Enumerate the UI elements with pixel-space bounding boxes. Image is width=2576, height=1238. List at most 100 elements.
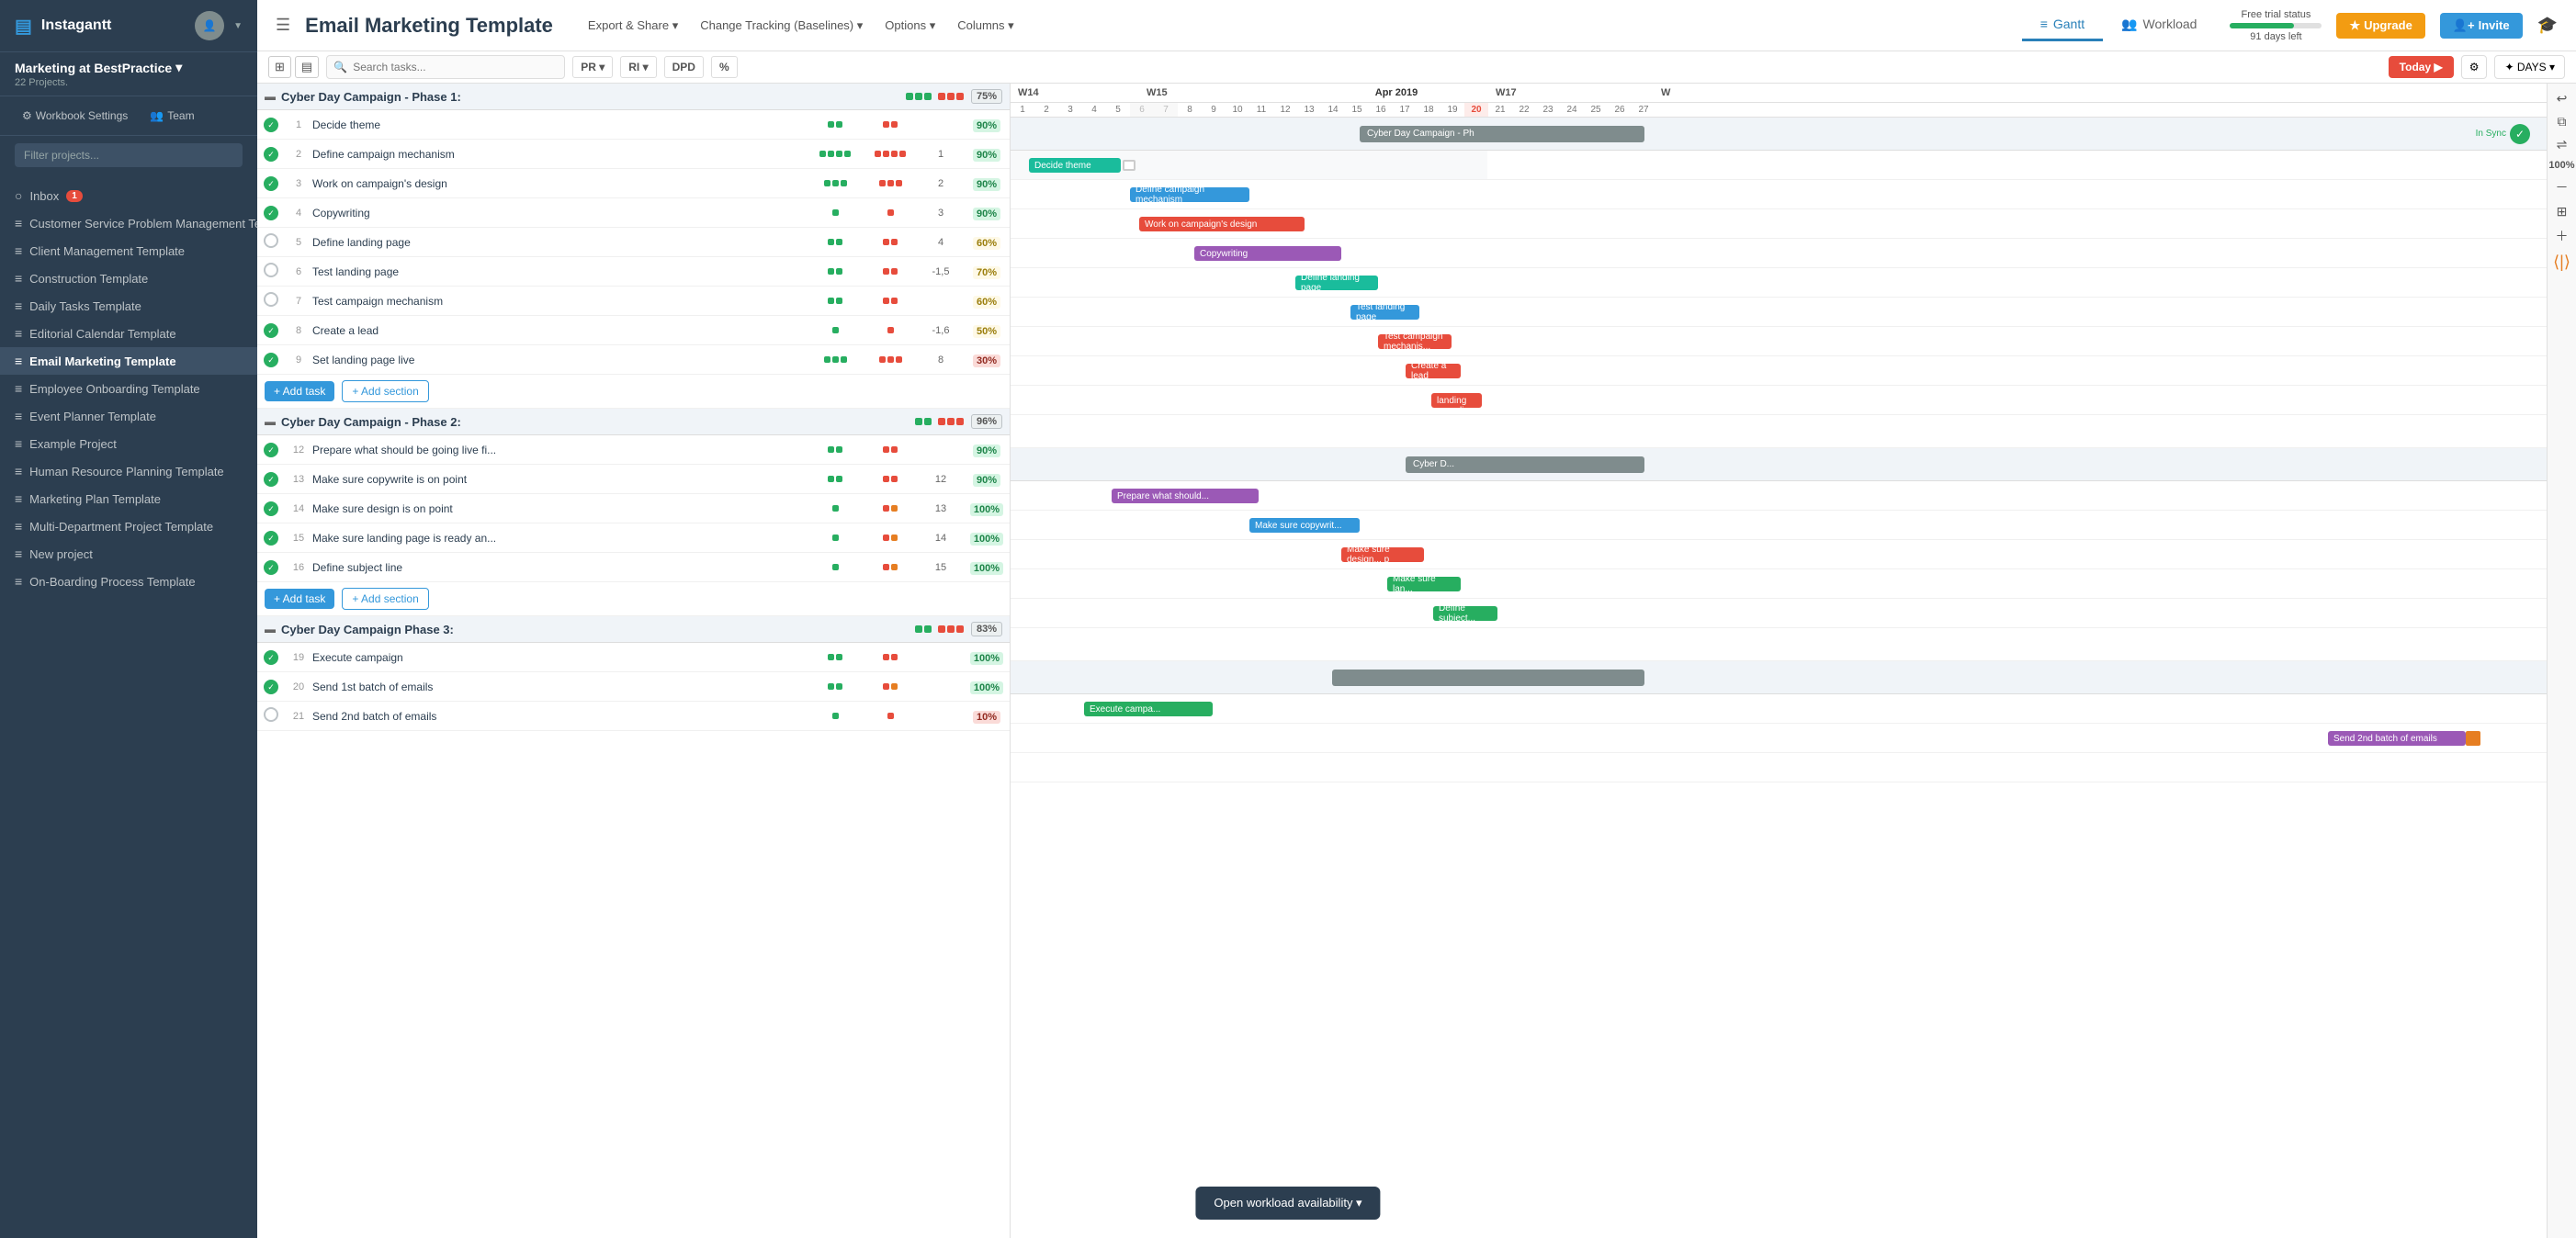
- search-input[interactable]: [326, 55, 565, 79]
- columns-button[interactable]: Columns ▾: [952, 15, 1019, 37]
- task-check[interactable]: [257, 263, 285, 280]
- check-circle[interactable]: ✓: [264, 680, 278, 694]
- section-phase1[interactable]: ▬ Cyber Day Campaign - Phase 1: 75%: [257, 84, 1010, 110]
- task-check[interactable]: ✓: [257, 117, 285, 133]
- gantt-bar-p2-task1[interactable]: Prepare what should...: [1112, 489, 1259, 503]
- sidebar-item-onboarding[interactable]: ≡ On-Boarding Process Template: [0, 568, 257, 595]
- task-check[interactable]: ✓: [257, 322, 285, 339]
- workspace-name[interactable]: Marketing at BestPractice ▾: [15, 60, 243, 75]
- dpd-column-header[interactable]: DPD: [664, 56, 704, 78]
- team-button[interactable]: 👥 Team: [142, 106, 201, 126]
- check-circle[interactable]: ✓: [264, 650, 278, 665]
- task-check[interactable]: [257, 233, 285, 251]
- check-circle[interactable]: ✓: [264, 118, 278, 132]
- check-circle[interactable]: ✓: [264, 206, 278, 220]
- gantt-bar-p2-task4[interactable]: Make sure lan...: [1387, 577, 1461, 591]
- gantt-bar-section2[interactable]: Cyber D...: [1406, 456, 1644, 473]
- gantt-bar-p2-task2[interactable]: Make sure copywrit...: [1249, 518, 1360, 533]
- ri-column-header[interactable]: RI ▾: [620, 56, 656, 78]
- gantt-bar-p3-task1[interactable]: Execute campa...: [1084, 702, 1213, 716]
- plus-icon[interactable]: ＋: [2556, 227, 2569, 245]
- upgrade-button[interactable]: ★ Upgrade: [2336, 13, 2424, 39]
- change-tracking-button[interactable]: Change Tracking (Baselines) ▾: [695, 15, 868, 37]
- add-dependency-icon[interactable]: ⟨|⟩: [2553, 253, 2570, 272]
- check-circle[interactable]: [264, 707, 278, 722]
- task-check[interactable]: ✓: [257, 471, 285, 488]
- filter-input[interactable]: [15, 143, 243, 167]
- gantt-bar-task8[interactable]: Create a lead: [1406, 364, 1461, 378]
- task-check[interactable]: ✓: [257, 205, 285, 221]
- add-section-button-2[interactable]: + Add section: [342, 588, 428, 610]
- check-circle[interactable]: ✓: [264, 176, 278, 191]
- task-check[interactable]: ✓: [257, 352, 285, 368]
- check-circle[interactable]: ✓: [264, 560, 278, 575]
- user-avatar[interactable]: 👤: [195, 11, 224, 40]
- workbook-settings-button[interactable]: ⚙ Workbook Settings: [15, 106, 135, 126]
- task-check[interactable]: ✓: [257, 146, 285, 163]
- add-column-button[interactable]: ⊞: [268, 56, 291, 78]
- sidebar-item-event-planner[interactable]: ≡ Event Planner Template: [0, 402, 257, 430]
- section-phase3[interactable]: ▬ Cyber Day Campaign Phase 3: 83%: [257, 616, 1010, 643]
- copy-icon[interactable]: ⧉: [2558, 114, 2567, 129]
- invite-button[interactable]: 👤+ Invite: [2440, 13, 2523, 39]
- gantt-bar-task2[interactable]: Define campaign mechanism: [1130, 187, 1249, 202]
- check-circle[interactable]: ✓: [264, 147, 278, 162]
- sidebar-item-customer-service[interactable]: ≡ Customer Service Problem Management Te…: [0, 209, 257, 237]
- days-view-button[interactable]: ✦ DAYS ▾: [2494, 55, 2565, 79]
- tab-gantt[interactable]: ≡ Gantt: [2022, 9, 2103, 41]
- check-circle[interactable]: ✓: [264, 531, 278, 546]
- undo-icon[interactable]: ↩: [2557, 91, 2568, 107]
- check-circle[interactable]: ✓: [264, 323, 278, 338]
- check-circle[interactable]: ✓: [264, 443, 278, 457]
- add-task-button[interactable]: + Add task: [265, 381, 334, 401]
- gantt-bar-task5[interactable]: Define landing page: [1295, 276, 1378, 290]
- task-check[interactable]: ✓: [257, 442, 285, 458]
- sidebar-item-employee-onboarding[interactable]: ≡ Employee Onboarding Template: [0, 375, 257, 402]
- diploma-icon[interactable]: 🎓: [2537, 16, 2558, 35]
- check-circle[interactable]: ✓: [264, 472, 278, 487]
- gantt-bar-section3[interactable]: [1332, 670, 1644, 686]
- sidebar-item-example-project[interactable]: ≡ Example Project: [0, 430, 257, 457]
- task-check[interactable]: ✓: [257, 649, 285, 666]
- workload-availability-button[interactable]: Open workload availability ▾: [1195, 1187, 1380, 1220]
- check-circle[interactable]: ✓: [264, 501, 278, 516]
- sidebar-item-inbox[interactable]: ○ Inbox 1: [0, 182, 257, 209]
- today-button[interactable]: Today ▶: [2389, 56, 2454, 78]
- task-check[interactable]: ✓: [257, 501, 285, 517]
- task-check[interactable]: ✓: [257, 175, 285, 192]
- sidebar-item-editorial[interactable]: ≡ Editorial Calendar Template: [0, 320, 257, 347]
- add-section-button[interactable]: + Add section: [342, 380, 428, 402]
- gantt-bar-section1[interactable]: Cyber Day Campaign - Ph: [1360, 126, 1644, 142]
- link-icon[interactable]: ⇌: [2557, 137, 2568, 152]
- gantt-bar-task9[interactable]: Set landing page li...: [1431, 393, 1482, 408]
- check-circle[interactable]: [264, 263, 278, 277]
- export-share-button[interactable]: Export & Share ▾: [582, 15, 684, 37]
- sidebar-item-multi-department[interactable]: ≡ Multi-Department Project Template: [0, 512, 257, 540]
- gantt-bar-task6[interactable]: Test landing page: [1350, 305, 1419, 320]
- options-button[interactable]: Options ▾: [879, 15, 941, 37]
- sidebar-item-marketing-plan[interactable]: ≡ Marketing Plan Template: [0, 485, 257, 512]
- task-check[interactable]: ✓: [257, 559, 285, 576]
- minus-icon[interactable]: －: [2556, 178, 2569, 197]
- sidebar-item-human-resource[interactable]: ≡ Human Resource Planning Template: [0, 457, 257, 485]
- gantt-bar-p3-task2[interactable]: Send 2nd batch of emails: [2328, 731, 2466, 746]
- gantt-bar-task4[interactable]: Copywriting: [1194, 246, 1341, 261]
- gantt-bar-task3[interactable]: Work on campaign's design: [1139, 217, 1305, 231]
- check-circle[interactable]: [264, 233, 278, 248]
- section-phase2[interactable]: ▬ Cyber Day Campaign - Phase 2: 96%: [257, 409, 1010, 435]
- gantt-bar-p2-task3[interactable]: Make sure design... p: [1341, 547, 1424, 562]
- hamburger-icon[interactable]: ☰: [276, 16, 290, 35]
- gear-settings-button[interactable]: ⚙: [2461, 55, 2488, 79]
- check-circle[interactable]: ✓: [264, 353, 278, 367]
- sidebar-item-new-project[interactable]: ≡ New project: [0, 540, 257, 568]
- tab-workload[interactable]: 👥 Workload: [2103, 9, 2215, 42]
- task-check[interactable]: ✓: [257, 530, 285, 546]
- sidebar-item-client-management[interactable]: ≡ Client Management Template: [0, 237, 257, 264]
- check-circle[interactable]: [264, 292, 278, 307]
- pct-column-header[interactable]: %: [711, 56, 738, 78]
- sidebar-item-daily-tasks[interactable]: ≡ Daily Tasks Template: [0, 292, 257, 320]
- gantt-bar-task1[interactable]: Decide theme: [1029, 158, 1121, 173]
- sidebar-item-construction[interactable]: ≡ Construction Template: [0, 264, 257, 292]
- layers-icon[interactable]: ⊞: [2557, 204, 2568, 219]
- add-task-button-2[interactable]: + Add task: [265, 589, 334, 609]
